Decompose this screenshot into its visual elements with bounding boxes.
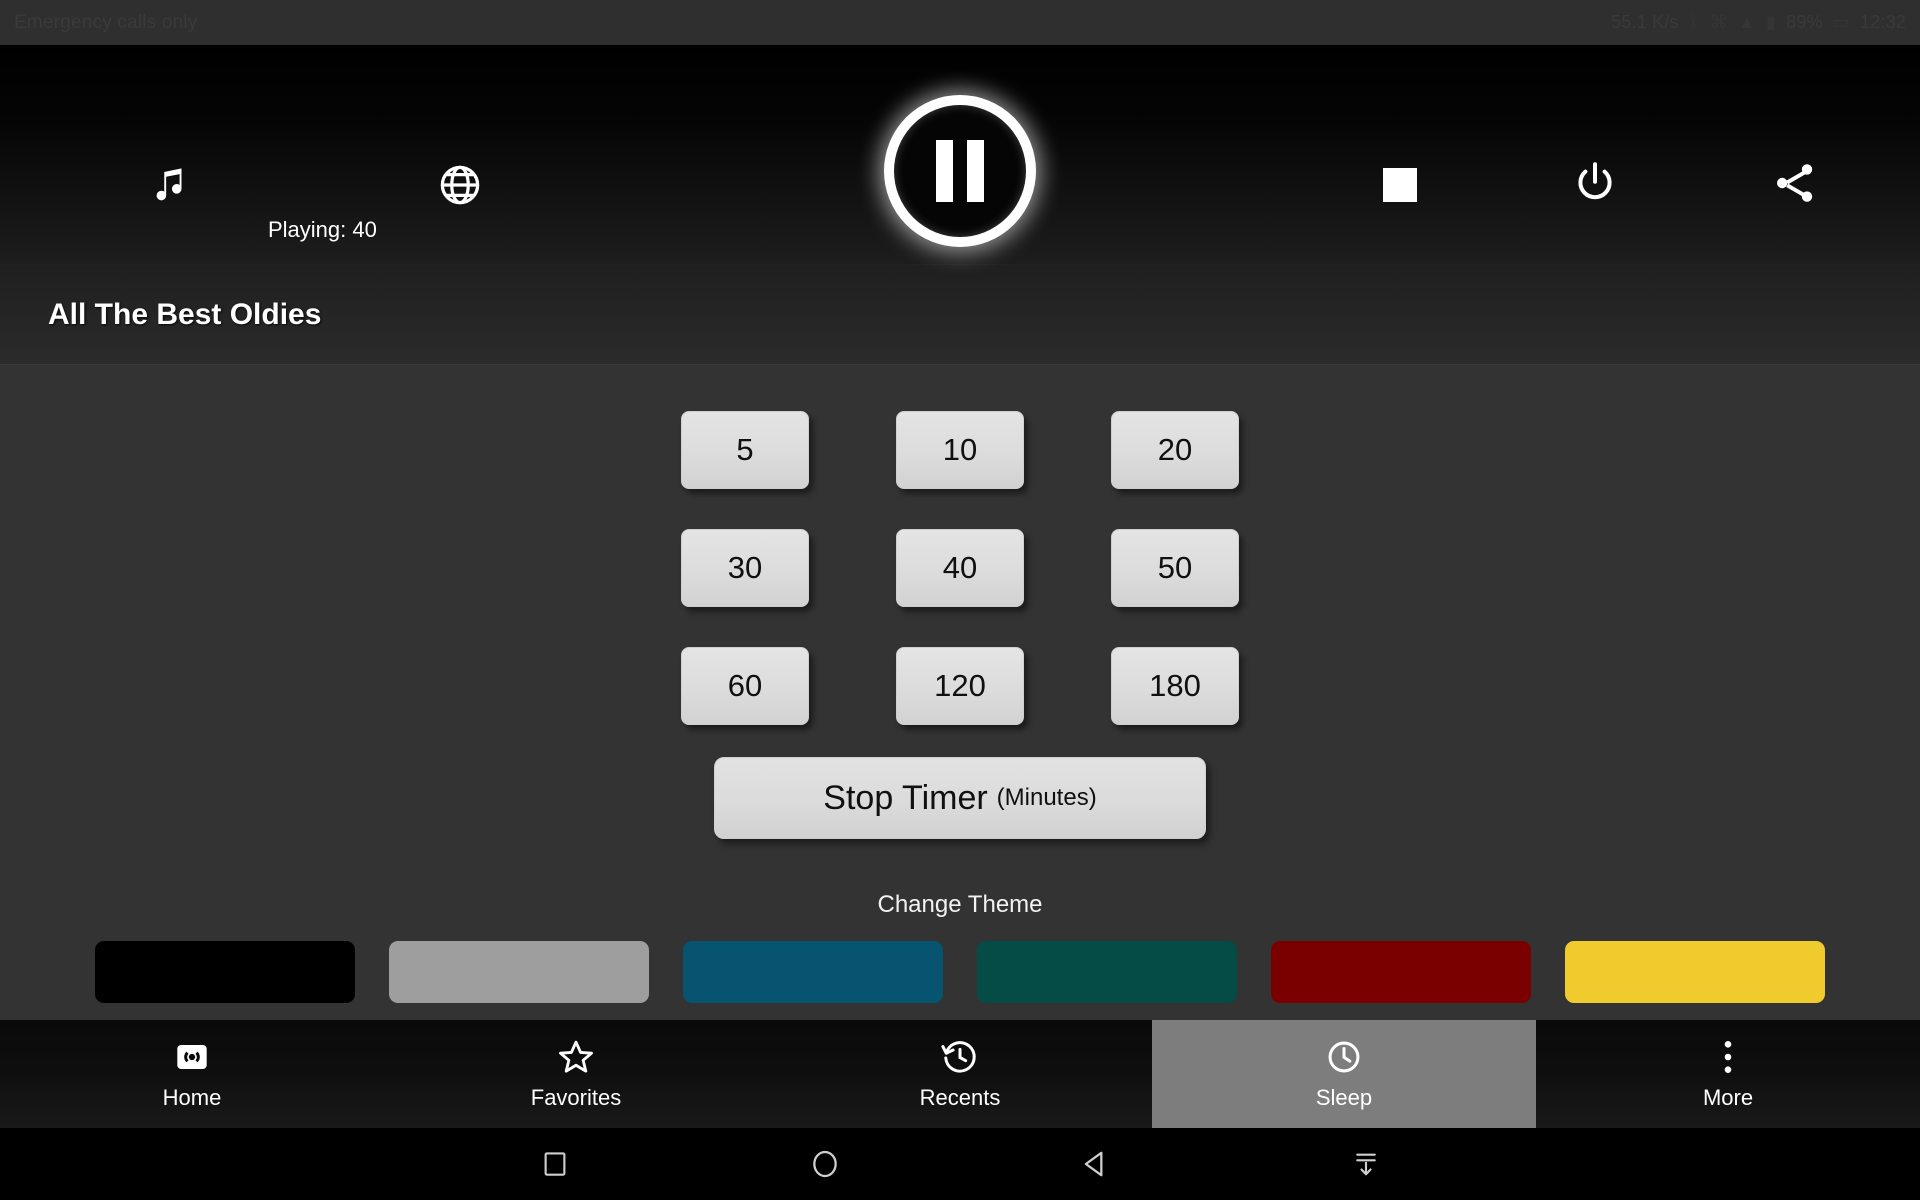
music-note-icon[interactable]	[140, 155, 200, 215]
tab-recents[interactable]: Recents	[768, 1020, 1152, 1128]
tab-home-label: Home	[162, 1085, 222, 1110]
hide-navbar-icon[interactable]	[1351, 1149, 1381, 1179]
bottom-tab-bar: Home Favorites Recents Sleep More	[0, 1020, 1920, 1128]
wifi-icon: ▲	[1737, 12, 1756, 32]
tab-sleep-label: Sleep	[1315, 1085, 1373, 1110]
timer-button-180[interactable]: 180	[1111, 647, 1239, 725]
station-name-label: All The Best Oldies	[48, 297, 322, 331]
tab-favorites-label: Favorites	[530, 1085, 622, 1110]
player-control-bar: Playing: 40	[0, 45, 1920, 265]
clock-label: 12:32	[1859, 12, 1906, 32]
clock-icon	[1325, 1037, 1363, 1077]
battery-icon: ▭	[1832, 12, 1850, 32]
theme-swatch-blue[interactable]	[683, 941, 943, 1003]
carrier-label: Emergency calls only	[14, 11, 198, 33]
tab-more[interactable]: More	[1536, 1020, 1920, 1128]
theme-swatch-yellow[interactable]	[1565, 941, 1825, 1003]
signal-icon: ▮	[1765, 12, 1777, 32]
change-theme-label: Change Theme	[877, 891, 1043, 918]
radio-app-screen: Emergency calls only 55.1 K/s ᛒ ⌘ ▲ ▮ 89…	[0, 0, 1920, 1200]
theme-swatch-row	[0, 941, 1920, 1003]
battery-percent-label: 89%	[1786, 12, 1823, 32]
android-status-bar: Emergency calls only 55.1 K/s ᛒ ⌘ ▲ ▮ 89…	[0, 0, 1920, 45]
theme-swatch-black[interactable]	[95, 941, 355, 1003]
timer-button-50[interactable]: 50	[1111, 529, 1239, 607]
timer-button-120[interactable]: 120	[896, 647, 1024, 725]
android-system-nav	[0, 1128, 1920, 1200]
tab-home[interactable]: Home	[0, 1020, 384, 1128]
broadcast-icon	[174, 1037, 210, 1077]
tab-recents-label: Recents	[919, 1085, 1001, 1110]
share-icon[interactable]	[1765, 153, 1825, 213]
bluetooth-icon: ᛒ	[1688, 12, 1700, 32]
sleep-timer-panel: 5 10 20 30 40 50 60 120 180 Stop Timer (…	[0, 365, 1920, 1020]
square-icon[interactable]	[540, 1149, 570, 1179]
pause-icon	[884, 95, 1036, 247]
stop-timer-button[interactable]: Stop Timer (Minutes)	[714, 757, 1206, 839]
triangle-left-icon[interactable]	[1080, 1148, 1112, 1180]
star-icon	[557, 1037, 595, 1077]
circle-icon[interactable]	[809, 1148, 841, 1180]
timer-button-5[interactable]: 5	[681, 411, 809, 489]
network-speed-label: 55.1 K/s	[1611, 12, 1679, 32]
stop-square-icon[interactable]	[1370, 155, 1430, 215]
timer-button-60[interactable]: 60	[681, 647, 809, 725]
theme-swatch-green[interactable]	[977, 941, 1237, 1003]
timer-button-40[interactable]: 40	[896, 529, 1024, 607]
timer-button-10[interactable]: 10	[896, 411, 1024, 489]
tab-sleep[interactable]: Sleep	[1152, 1020, 1536, 1128]
tab-more-label: More	[1702, 1085, 1754, 1110]
globe-icon[interactable]	[430, 155, 490, 215]
theme-swatch-gray[interactable]	[389, 941, 649, 1003]
playing-status-label: Playing: 40	[268, 217, 377, 242]
history-icon	[941, 1037, 979, 1077]
timer-minutes-grid: 5 10 20 30 40 50 60 120 180	[638, 391, 1283, 745]
power-icon[interactable]	[1565, 153, 1625, 213]
vpn-icon: ⌘	[1709, 12, 1728, 32]
timer-button-30[interactable]: 30	[681, 529, 809, 607]
timer-button-20[interactable]: 20	[1111, 411, 1239, 489]
overflow-icon	[1713, 1037, 1743, 1077]
tab-favorites[interactable]: Favorites	[384, 1020, 768, 1128]
stop-timer-label: Stop Timer	[823, 778, 988, 817]
stop-timer-units-label: (Minutes)	[996, 784, 1097, 811]
station-title-band: All The Best Oldies	[0, 265, 1920, 365]
play-pause-button[interactable]	[884, 95, 1036, 247]
theme-swatch-red[interactable]	[1271, 941, 1531, 1003]
status-bar-right: 55.1 K/s ᛒ ⌘ ▲ ▮ 89% ▭ 12:32	[1611, 12, 1906, 33]
